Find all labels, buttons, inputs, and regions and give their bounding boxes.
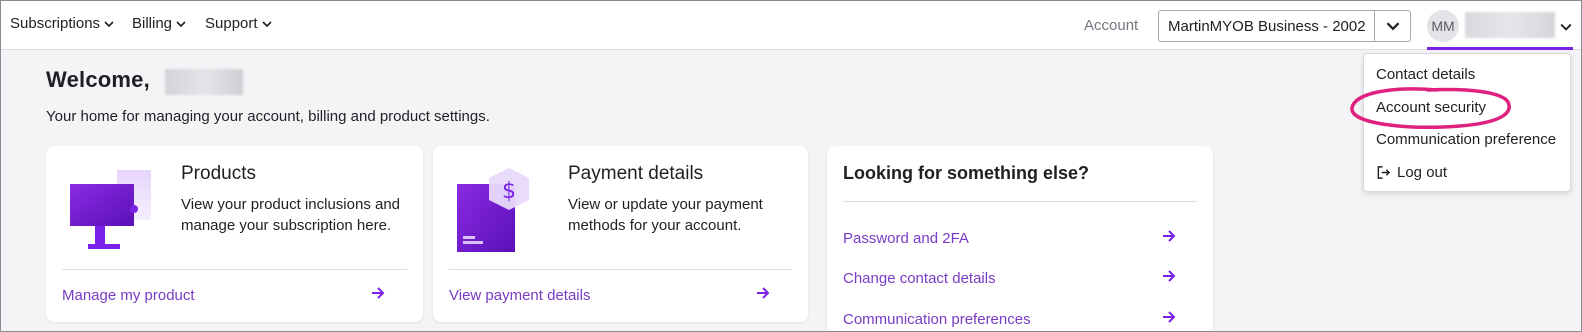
chevron-down-icon (1386, 22, 1399, 31)
avatar: MM (1427, 10, 1459, 42)
arrow-right-icon[interactable] (369, 284, 387, 302)
nav-support[interactable]: Support (205, 15, 272, 32)
menu-item-contact-details[interactable]: Contact details (1376, 66, 1475, 83)
payment-dollar-icon: $ (457, 168, 529, 252)
something-else-title: Looking for something else? (843, 163, 1090, 183)
svg-text:$: $ (502, 179, 516, 204)
divider (62, 269, 407, 270)
password-2fa-link[interactable]: Password and 2FA (843, 230, 969, 247)
account-select-value: MartinMYOB Business - 2002 (1168, 17, 1366, 35)
divider (449, 269, 792, 270)
menu-item-label: Account security (1376, 99, 1487, 116)
log-out-icon (1377, 166, 1391, 179)
payment-description: View or update your payment methods for … (568, 196, 763, 234)
arrow-right-icon[interactable] (1160, 308, 1178, 326)
menu-item-communication-preference[interactable]: Communication preference (1376, 131, 1556, 148)
product-monitor-icon (70, 170, 151, 249)
chevron-down-icon (261, 20, 272, 27)
products-title: Products (181, 163, 256, 184)
nav-billing[interactable]: Billing (132, 15, 186, 32)
change-contact-details-link[interactable]: Change contact details (843, 270, 996, 287)
chevron-down-icon (1560, 23, 1572, 31)
view-payment-details-link[interactable]: View payment details (449, 287, 590, 304)
nav-subscriptions[interactable]: Subscriptions (10, 15, 114, 32)
menu-item-label: Log out (1397, 164, 1448, 181)
account-select-toggle[interactable] (1374, 11, 1410, 41)
arrow-right-icon[interactable] (754, 284, 772, 302)
menu-item-log-out[interactable]: Log out (1376, 164, 1447, 181)
account-label: Account (1084, 17, 1139, 34)
chevron-down-icon (104, 20, 114, 27)
chevron-down-icon (176, 20, 186, 27)
payment-title: Payment details (568, 163, 704, 184)
products-description: View your product inclusions and manage … (181, 196, 401, 234)
arrow-right-icon[interactable] (1160, 227, 1178, 245)
nav-support-label: Support (205, 15, 258, 32)
app-window: Subscriptions Billing Support Account Ma… (0, 0, 1582, 332)
user-menu[interactable]: MM (1427, 1, 1573, 50)
nav-subscriptions-label: Subscriptions (10, 15, 101, 32)
account-select[interactable]: MartinMYOB Business - 2002 (1158, 10, 1411, 42)
arrow-right-icon[interactable] (1160, 267, 1178, 285)
something-else-card: Looking for something else? Password and… (827, 146, 1213, 331)
payment-card: $ Payment details View or update your pa… (433, 146, 808, 322)
page-title: Welcome, (46, 67, 150, 92)
communication-preferences-link[interactable]: Communication preferences (843, 311, 1031, 328)
page-subtitle: Your home for managing your account, bil… (46, 108, 490, 125)
user-name-redacted (165, 69, 243, 95)
nav-billing-label: Billing (132, 15, 173, 32)
user-name-redacted (1465, 12, 1555, 38)
divider (843, 201, 1197, 202)
manage-product-link[interactable]: Manage my product (62, 287, 195, 304)
top-nav: Subscriptions Billing Support Account Ma… (1, 1, 1581, 50)
menu-item-label: Communication preference (1376, 131, 1557, 148)
user-dropdown-menu: Contact details Account security Communi… (1363, 53, 1571, 192)
menu-item-account-security[interactable]: Account security (1376, 99, 1486, 116)
menu-item-label: Contact details (1376, 66, 1476, 83)
products-card: Products View your product inclusions an… (46, 146, 423, 322)
